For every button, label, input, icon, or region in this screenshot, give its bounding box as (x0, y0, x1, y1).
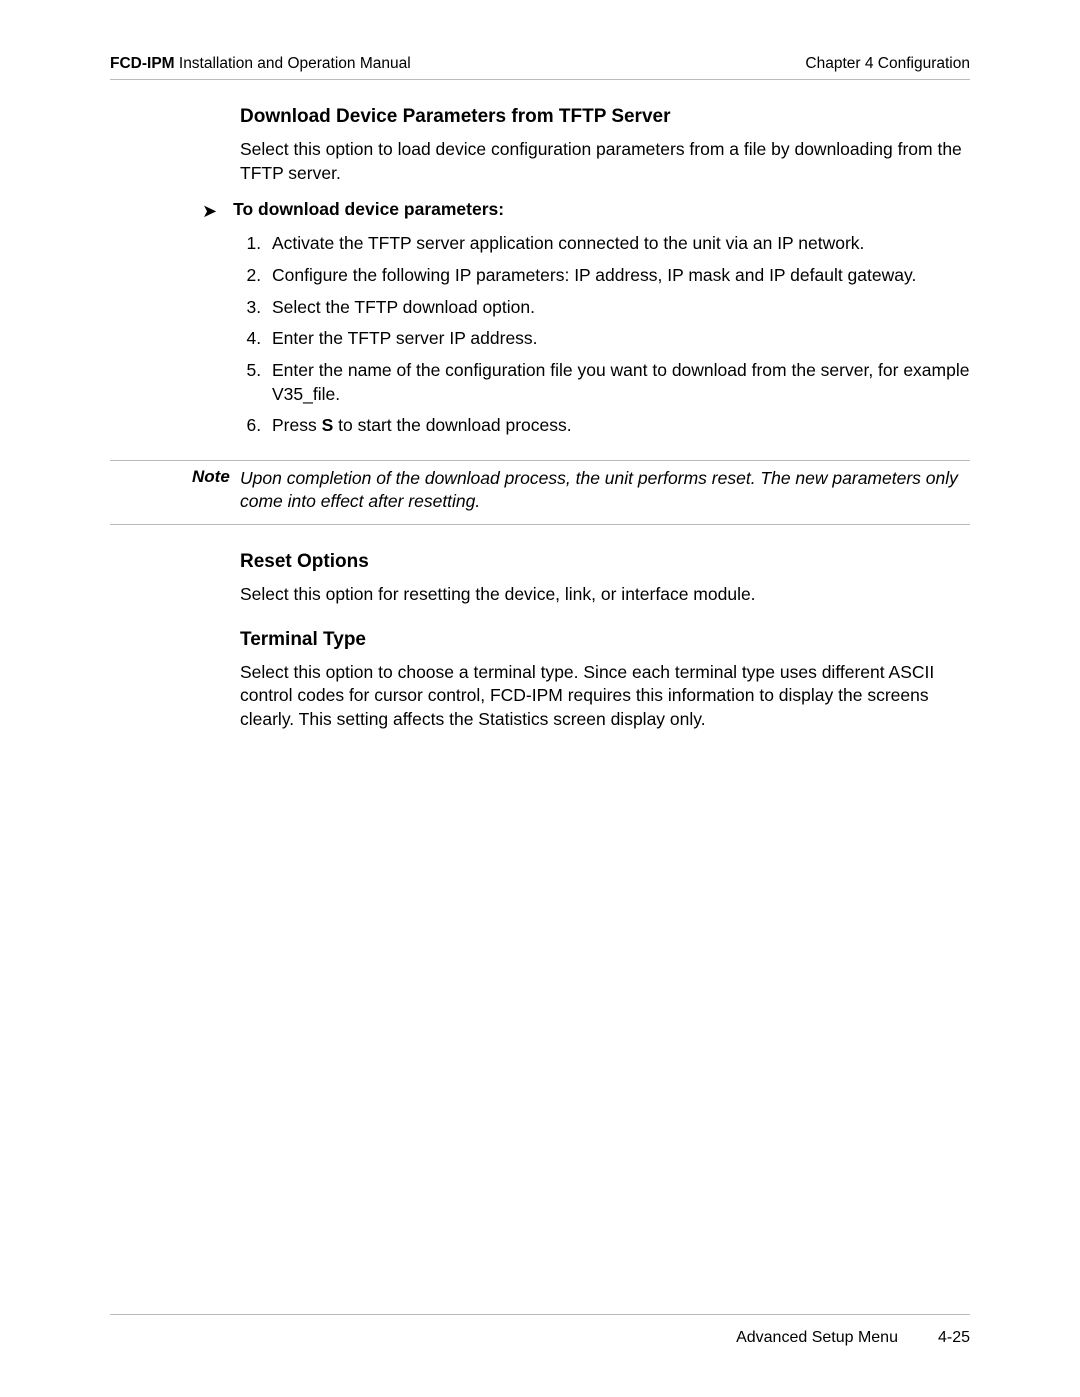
steps-list: Activate the TFTP server application con… (240, 232, 970, 437)
section-title-terminal: Terminal Type (240, 629, 970, 651)
section-title-download: Download Device Parameters from TFTP Ser… (240, 106, 970, 128)
instruction-heading: To download device parameters: (233, 199, 504, 220)
intro-paragraph: Select this option to load device config… (240, 138, 970, 185)
step-item: Enter the TFTP server IP address. (266, 327, 970, 351)
footer-menu: Advanced Setup Menu (736, 1329, 898, 1347)
header: FCD-IPM Installation and Operation Manua… (110, 55, 970, 80)
footer: Advanced Setup Menu 4-25 (110, 1314, 970, 1347)
chapter-label: Chapter 4 Configuration (805, 55, 970, 73)
content: Download Device Parameters from TFTP Ser… (240, 106, 970, 732)
footer-page: 4-25 (938, 1329, 970, 1347)
reset-paragraph: Select this option for resetting the dev… (240, 583, 970, 607)
section-reset: Reset Options Select this option for res… (240, 551, 970, 607)
manual-title: Installation and Operation Manual (175, 55, 411, 72)
step6-post: to start the download process. (333, 415, 571, 435)
step6-key: S (322, 415, 334, 435)
page: FCD-IPM Installation and Operation Manua… (0, 0, 1080, 1397)
step6-pre: Press (272, 415, 322, 435)
note-block: Note Upon completion of the download pro… (110, 460, 970, 525)
terminal-paragraph: Select this option to choose a terminal … (240, 661, 970, 732)
section-download: Download Device Parameters from TFTP Ser… (240, 106, 970, 438)
note-label: Note (110, 467, 240, 514)
step-item: Activate the TFTP server application con… (266, 232, 970, 256)
section-title-reset: Reset Options (240, 551, 970, 573)
section-terminal: Terminal Type Select this option to choo… (240, 629, 970, 732)
step-item: Select the TFTP download option. (266, 296, 970, 320)
product-name: FCD-IPM (110, 55, 175, 72)
step-item: Press S to start the download process. (266, 414, 970, 438)
step-item: Enter the name of the configuration file… (266, 359, 970, 406)
step-item: Configure the following IP parameters: I… (266, 264, 970, 288)
header-left: FCD-IPM Installation and Operation Manua… (110, 55, 411, 73)
note-text: Upon completion of the download process,… (240, 467, 970, 514)
arrow-icon: ➤ (202, 199, 217, 224)
instruction-row: ➤ To download device parameters: (202, 199, 970, 224)
